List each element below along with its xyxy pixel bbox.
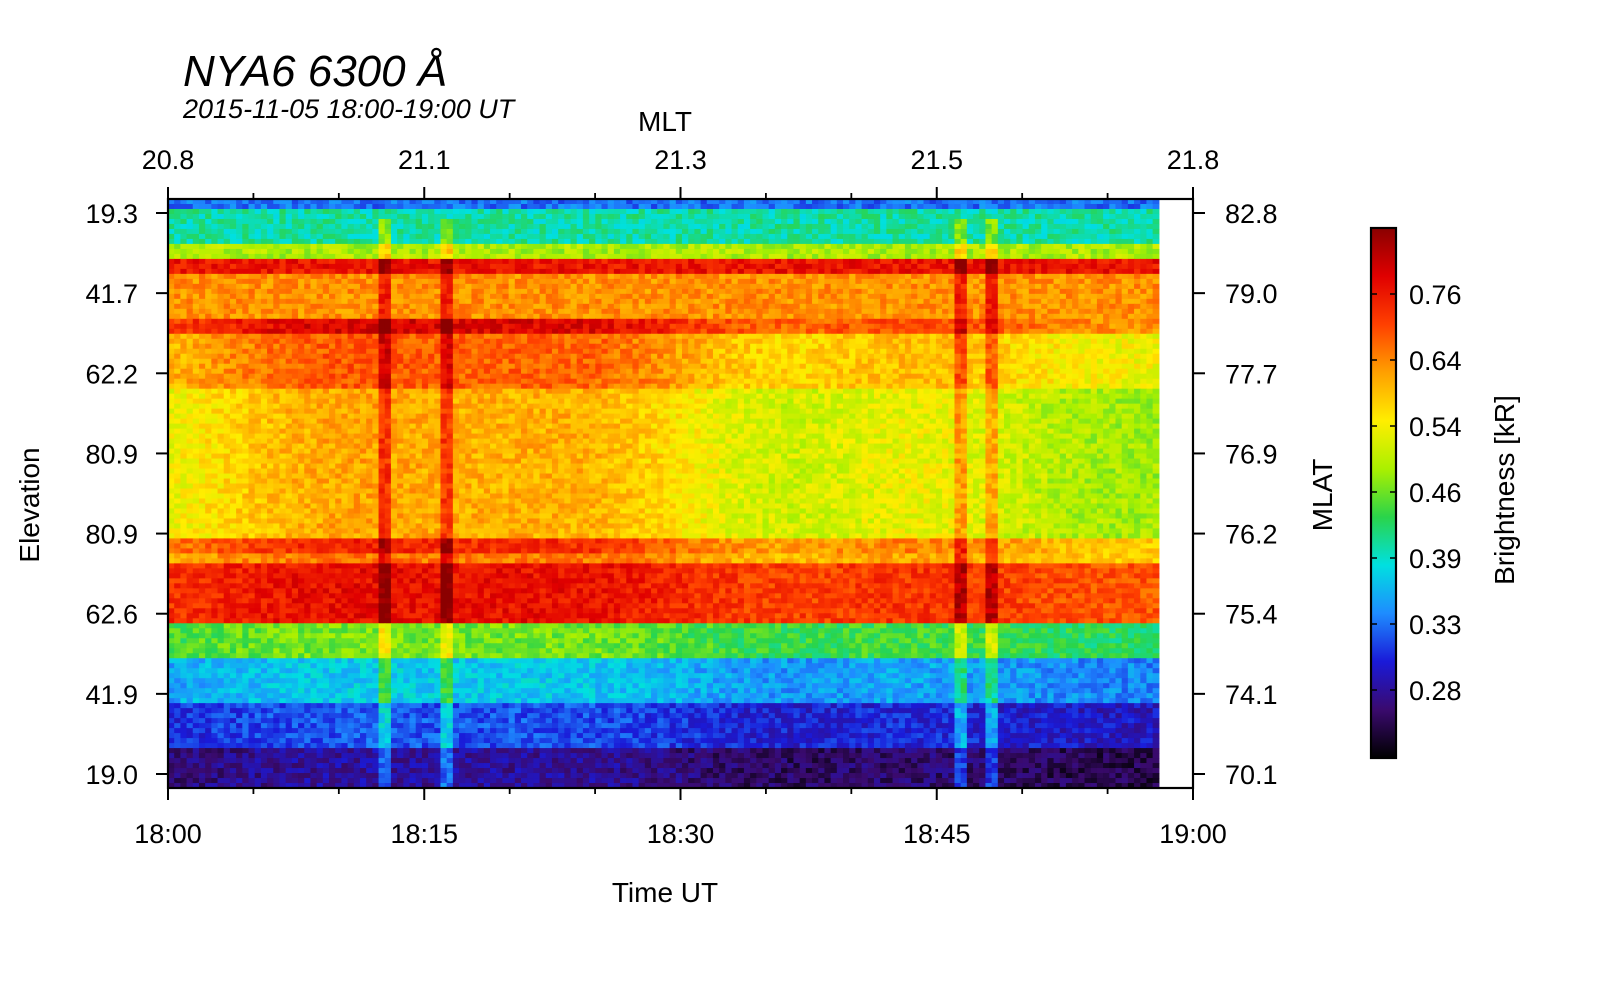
x-top-tick-label: 21.3 bbox=[654, 145, 707, 175]
y-right-tick-label: 76.9 bbox=[1225, 439, 1278, 469]
y-right-tick-label: 76.2 bbox=[1225, 520, 1278, 550]
x-top-tick-label: 21.1 bbox=[398, 145, 451, 175]
y-right-axis-label: MLAT bbox=[1307, 458, 1338, 532]
y-tick-label: 41.7 bbox=[85, 279, 138, 309]
heatmap-chart: 18:00 18:15 18:30 18:45 19:00 20.8 21.1 21.3 21.… bbox=[85, 145, 1462, 849]
x-top-tick-label: 20.8 bbox=[142, 145, 195, 175]
x-top-tick-label: 21.8 bbox=[1167, 145, 1220, 175]
x-tick-label: 18:15 bbox=[390, 819, 458, 849]
colorbar-tick-label: 0.28 bbox=[1409, 676, 1462, 706]
y-right-tick-label: 82.8 bbox=[1225, 199, 1278, 229]
heatmap-image bbox=[168, 199, 1160, 789]
colorbar-tick-label: 0.76 bbox=[1409, 280, 1462, 310]
colorbar-tick-label: 0.46 bbox=[1409, 478, 1462, 508]
y-right-tick-label: 77.7 bbox=[1225, 359, 1278, 389]
y-right-tick-label: 79.0 bbox=[1225, 279, 1278, 309]
colorbar-tick-label: 0.39 bbox=[1409, 544, 1462, 574]
y-axis-label: Elevation bbox=[14, 447, 45, 563]
y-tick-label: 62.6 bbox=[85, 600, 138, 630]
x-top-tick-label: 21.5 bbox=[910, 145, 963, 175]
colorbar-tick-label: 0.54 bbox=[1409, 412, 1462, 442]
y-right-tick-label: 74.1 bbox=[1225, 680, 1278, 710]
x-axis-label: Time UT bbox=[611, 877, 719, 908]
x-tick-label: 19:00 bbox=[1159, 819, 1227, 849]
x-tick-label: 18:45 bbox=[903, 819, 971, 849]
colorbar-tick-label: 0.33 bbox=[1409, 610, 1462, 640]
y-tick-label: 41.9 bbox=[85, 680, 138, 710]
y-tick-label: 80.9 bbox=[85, 520, 138, 550]
x-tick-label: 18:00 bbox=[134, 819, 202, 849]
y-tick-label: 19.0 bbox=[85, 760, 138, 790]
y-tick-label: 80.9 bbox=[85, 439, 138, 469]
colorbar: 0.76 0.64 0.54 0.46 0.39 0.33 0.28 bbox=[1369, 226, 1462, 760]
y-right-tick-label: 75.4 bbox=[1225, 600, 1278, 630]
colorbar-tick-label: 0.64 bbox=[1409, 346, 1462, 376]
x-tick-label: 18:30 bbox=[647, 819, 715, 849]
x-top-axis-label: MLT bbox=[638, 106, 692, 137]
y-tick-label: 19.3 bbox=[85, 199, 138, 229]
colorbar-gradient bbox=[1369, 226, 1398, 760]
y-tick-label: 62.2 bbox=[85, 359, 138, 389]
y-right-tick-label: 70.1 bbox=[1225, 760, 1278, 790]
colorbar-label: Brightness [kR] bbox=[1489, 395, 1520, 585]
